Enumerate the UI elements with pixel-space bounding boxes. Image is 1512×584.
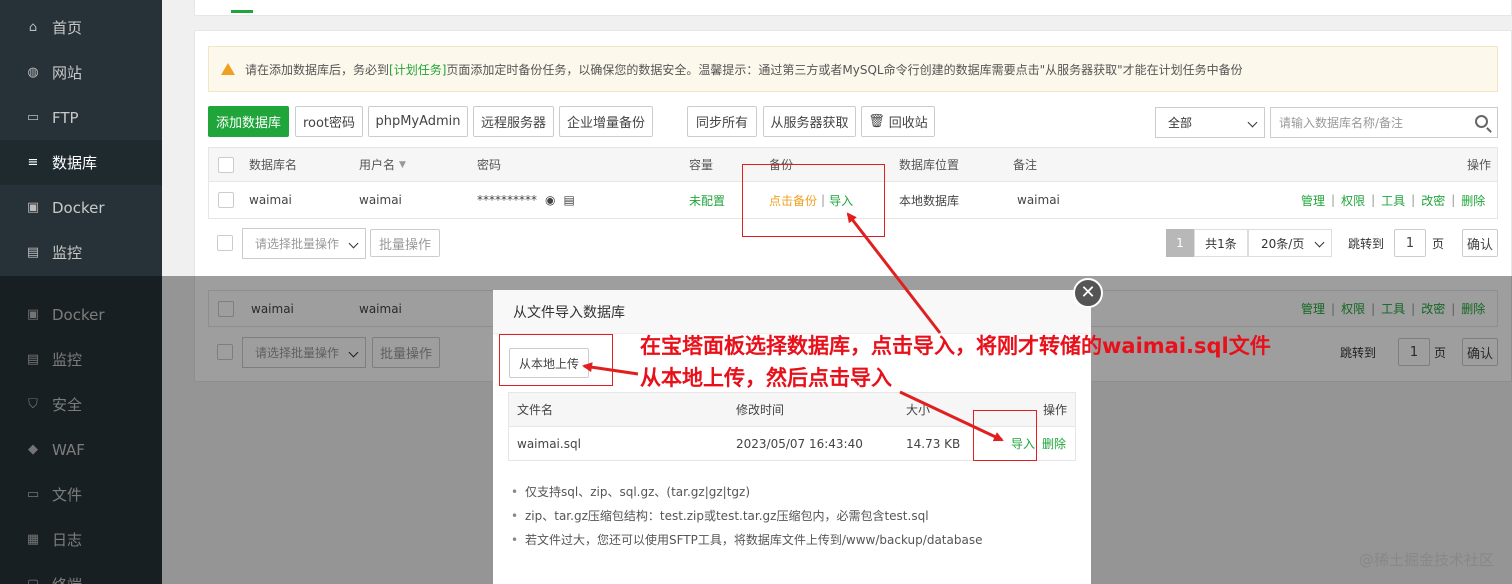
- annotation-arrows: [582, 212, 1004, 442]
- arrow-to-table-import: [846, 212, 942, 334]
- arrow-to-dialog-import: [899, 390, 1004, 442]
- arrow-to-upload: [582, 362, 639, 376]
